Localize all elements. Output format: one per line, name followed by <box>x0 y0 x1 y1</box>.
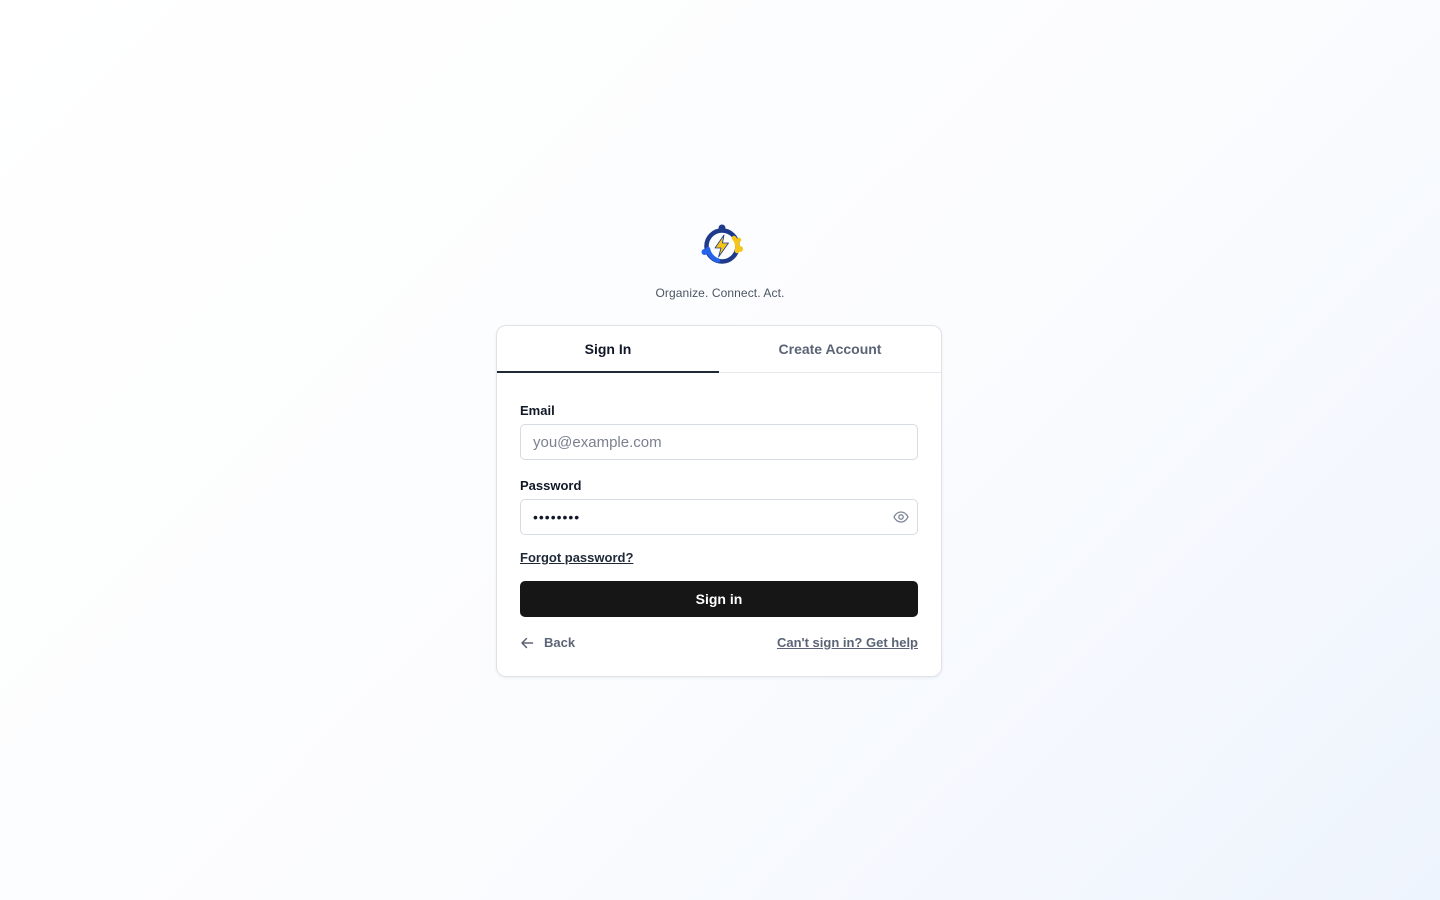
auth-card: Sign In Create Account Email Password Fo… <box>496 325 942 677</box>
auth-tabs: Sign In Create Account <box>497 326 941 373</box>
card-footer: Back Can't sign in? Get help <box>520 635 918 650</box>
sign-in-page: Organize. Connect. Act. Sign In Create A… <box>0 0 1440 900</box>
password-label: Password <box>520 478 582 493</box>
forgot-password-link[interactable]: Forgot password? <box>520 550 633 565</box>
arrow-left-icon <box>521 637 534 648</box>
tab-sign-in[interactable]: Sign In <box>497 326 719 373</box>
people-lightning-logo-icon <box>701 224 743 264</box>
password-field-wrapper <box>520 499 918 535</box>
eye-icon[interactable] <box>893 510 909 524</box>
brand-tagline: Organize. Connect. Act. <box>655 286 785 300</box>
back-label: Back <box>544 635 576 650</box>
sign-in-form: Email Password Forgot password? Sign in <box>497 403 941 650</box>
sign-in-button[interactable]: Sign in <box>520 581 918 617</box>
tab-create-account[interactable]: Create Account <box>719 326 941 372</box>
password-field[interactable] <box>520 499 918 535</box>
email-field-wrapper <box>520 424 918 460</box>
get-help-link[interactable]: Can't sign in? Get help <box>777 635 918 650</box>
back-button[interactable]: Back <box>520 635 575 650</box>
email-field[interactable] <box>520 424 918 460</box>
email-label: Email <box>520 403 555 418</box>
